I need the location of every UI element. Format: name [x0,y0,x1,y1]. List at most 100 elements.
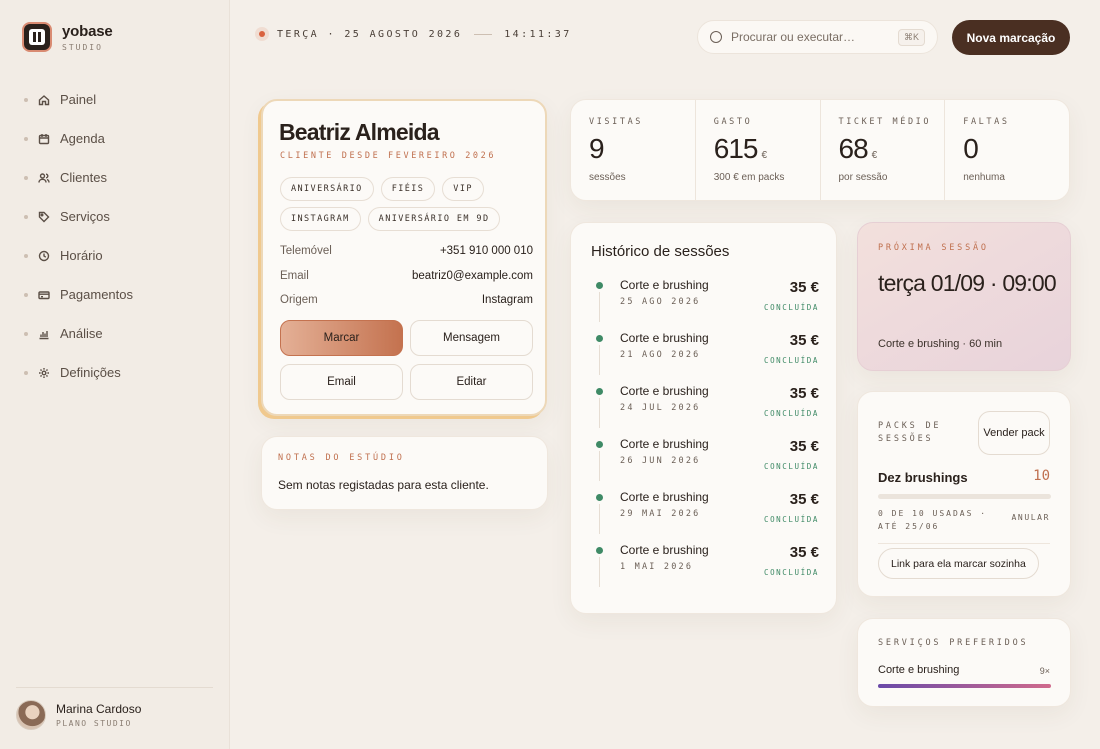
calendar-icon [38,133,50,145]
sidebar: yobase STUDIO Painel Agenda Clientes Ser… [0,0,230,749]
topbar: TERÇA · 25 AGOSTO 2026 14:11:37 ⌘K Nova … [255,20,1070,56]
gear-icon [38,367,50,379]
stat-value: 9 [589,133,605,164]
nav-dot [24,292,28,297]
status-dot-icon [596,335,603,342]
history-price: 35 € [789,491,819,508]
pack-usage-text: 0 DE 10 USADAS · ATÉ 25/06 [878,509,988,531]
new-booking-button[interactable]: Nova marcação [952,20,1070,55]
brand[interactable]: yobase STUDIO [22,22,113,52]
tag-chip[interactable]: VIP [442,177,484,201]
users-icon [38,172,50,184]
nav-dot [24,370,28,375]
sidebar-item-analise[interactable]: Análise [24,314,133,353]
sidebar-item-label: Serviços [60,209,110,224]
history-status: CONCLUÍDA [763,356,819,365]
nav-dot [24,136,28,141]
stat-sub: nenhuma [963,172,1005,183]
phone-value[interactable]: +351 910 000 010 [440,245,533,257]
sidebar-item-definicoes[interactable]: Definições [24,353,133,392]
shortcut-badge: ⌘K [897,28,925,46]
self-booking-link-button[interactable]: Link para ela marcar sozinha [878,548,1039,579]
card-icon [38,289,50,301]
favorite-services-card: SERVIÇOS PREFERIDOS Corte e brushing 9× [857,618,1071,707]
tag-icon [38,211,50,223]
date-divider [474,33,493,35]
tag-chip[interactable]: ANIVERSÁRIO [280,177,374,201]
search-input[interactable] [731,30,891,44]
info-row-origin: Origem Instagram [280,288,533,313]
history-item[interactable]: Corte e brushing 29 MAI 2026 35 € CONCLU… [591,487,819,540]
stat-sub: por sessão [838,172,888,183]
history-item[interactable]: Corte e brushing 24 JUL 2026 35 € CONCLU… [591,381,819,434]
info-label: Email [280,269,309,282]
stat-label: FALTAS [963,117,1010,127]
bar-chart-icon [38,328,50,340]
pack-usage-bar [878,494,1051,499]
favorite-service-count: 9× [1039,666,1050,676]
studio-notes-card: NOTAS DO ESTÚDIO Sem notas registadas pa… [261,436,548,510]
sidebar-item-clientes[interactable]: Clientes [24,158,133,197]
tag-chip[interactable]: ANIVERSÁRIO EM 9D [367,207,501,231]
sell-pack-button[interactable]: Vender pack [978,411,1050,455]
sidebar-nav: Painel Agenda Clientes Serviços Horário … [24,80,133,392]
status-dot-icon [596,388,603,395]
sidebar-item-horario[interactable]: Horário [24,236,133,275]
sidebar-item-label: Clientes [60,170,107,185]
session-packs-card: PACKS DE SESSÕES Vender pack Dez brushin… [857,391,1071,597]
history-price: 35 € [789,385,819,402]
info-row-email: Email beatriz0@example.com [280,264,533,289]
contact-info: Telemóvel +351 910 000 010 Email beatriz… [280,239,533,313]
stat-average-ticket: TICKET MÉDIO 68 € por sessão [821,100,946,200]
sidebar-item-label: Análise [60,326,103,341]
message-button[interactable]: Mensagem [410,320,533,356]
tag-chip[interactable]: FIÉIS [380,177,436,201]
timeline-line [599,451,600,481]
history-item[interactable]: Corte e brushing 1 MAI 2026 35 € CONCLUÍ… [591,540,819,593]
clock-icon [38,250,50,262]
history-status: CONCLUÍDA [763,462,819,471]
client-name: Beatriz Almeida [279,119,440,145]
sidebar-item-painel[interactable]: Painel [24,80,133,119]
sidebar-item-agenda[interactable]: Agenda [24,119,133,158]
timeline-line [599,292,600,322]
stat-value: 0 [963,133,979,164]
client-since: CLIENTE DESDE FEVEREIRO 2026 [280,151,497,161]
stat-label: GASTO [713,117,753,127]
sidebar-item-servicos[interactable]: Serviços [24,197,133,236]
history-title: Histórico de sessões [591,243,730,260]
search-bar[interactable]: ⌘K [697,20,938,54]
user-plan: PLANO STUDIO [56,719,132,728]
nav-dot [24,331,28,336]
logo-icon [22,22,52,52]
sidebar-item-label: Definições [60,365,121,380]
stat-spent: GASTO 615 € 300 € em packs [696,100,821,200]
current-date: TERÇA · 25 AGOSTO 2026 [277,28,463,40]
live-dot-icon [255,27,269,41]
book-button[interactable]: Marcar [280,320,403,356]
history-list: Corte e brushing 25 AGO 2026 35 € CONCLU… [591,275,819,593]
nav-dot [24,97,28,102]
history-item[interactable]: Corte e brushing 26 JUN 2026 35 € CONCLU… [591,434,819,487]
tag-chip[interactable]: INSTAGRAM [280,207,361,231]
favorites-label: SERVIÇOS PREFERIDOS [878,638,1029,648]
session-history-card: Histórico de sessões Corte e brushing 25… [570,222,837,614]
sidebar-item-label: Pagamentos [60,287,133,302]
email-value[interactable]: beatriz0@example.com [412,270,533,282]
timeline-line [599,398,600,428]
history-price: 35 € [789,544,819,561]
stat-value: 68 € [838,133,878,164]
cancel-pack-link[interactable]: ANULAR [1012,513,1051,522]
edit-button[interactable]: Editar [410,364,533,400]
email-button[interactable]: Email [280,364,403,400]
history-item[interactable]: Corte e brushing 25 AGO 2026 35 € CONCLU… [591,275,819,328]
sidebar-item-label: Painel [60,92,97,107]
stats-card: VISITAS 9 sessões GASTO 615 € 300 € em pa… [570,99,1070,201]
sidebar-item-label: Agenda [60,131,105,146]
next-session-card[interactable]: PRÓXIMA SESSÃO terça 01/09 · 09:00 Corte… [857,222,1071,371]
search-icon [710,31,722,43]
sidebar-item-pagamentos[interactable]: Pagamentos [24,275,133,314]
user-profile[interactable]: Marina Cardoso PLANO STUDIO [16,700,141,730]
info-label: Telemóvel [280,245,332,258]
history-item[interactable]: Corte e brushing 21 AGO 2026 35 € CONCLU… [591,328,819,381]
